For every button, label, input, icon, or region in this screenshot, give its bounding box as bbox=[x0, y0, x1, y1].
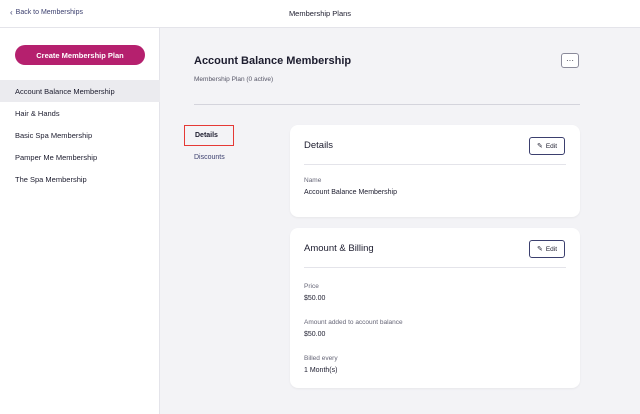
top-bar: ‹ Back to Memberships Membership Plans bbox=[0, 0, 640, 28]
billed-every-value: 1 Month(s) bbox=[304, 367, 338, 374]
edit-details-button[interactable]: ✎ Edit bbox=[529, 137, 565, 155]
header-divider bbox=[194, 104, 580, 105]
more-dots-icon: ··· bbox=[566, 55, 574, 65]
sidebar-item-the-spa-membership[interactable]: The Spa Membership bbox=[0, 168, 160, 190]
sidebar-item-account-balance-membership[interactable]: Account Balance Membership bbox=[0, 80, 160, 102]
name-label: Name bbox=[304, 177, 322, 184]
tab-details[interactable]: Details bbox=[184, 125, 234, 146]
card-divider bbox=[304, 267, 566, 268]
page-title: Membership Plans bbox=[288, 9, 352, 18]
edit-label: Edit bbox=[545, 142, 558, 150]
amount-added-value: $50.00 bbox=[304, 331, 326, 338]
billing-card-title: Amount & Billing bbox=[304, 243, 374, 254]
plan-subtitle: Membership Plan (0 active) bbox=[194, 76, 274, 83]
tab-discounts[interactable]: Discounts bbox=[194, 154, 225, 161]
amount-billing-card: Amount & Billing ✎ Edit Price $50.00 Amo… bbox=[290, 228, 580, 388]
price-label: Price bbox=[304, 283, 319, 290]
price-value: $50.00 bbox=[304, 295, 326, 302]
billed-every-label: Billed every bbox=[304, 355, 338, 362]
sidebar-item-basic-spa-membership[interactable]: Basic Spa Membership bbox=[0, 124, 160, 146]
sidebar-item-pamper-me-membership[interactable]: Pamper Me Membership bbox=[0, 146, 160, 168]
amount-added-label: Amount added to account balance bbox=[304, 319, 403, 326]
sidebar-item-hair-and-hands[interactable]: Hair & Hands bbox=[0, 102, 160, 124]
details-card-title: Details bbox=[304, 140, 334, 151]
main-content: Account Balance Membership Membership Pl… bbox=[160, 28, 640, 414]
edit-billing-button[interactable]: ✎ Edit bbox=[529, 240, 565, 258]
pencil-icon: ✎ bbox=[536, 246, 543, 253]
plan-title: Account Balance Membership bbox=[194, 55, 352, 67]
sidebar: Create Membership Plan Account Balance M… bbox=[0, 28, 160, 414]
card-divider bbox=[304, 164, 566, 165]
membership-plan-list: Account Balance Membership Hair & Hands … bbox=[0, 80, 160, 190]
create-membership-plan-button[interactable]: Create Membership Plan bbox=[15, 45, 145, 65]
pencil-icon: ✎ bbox=[536, 143, 543, 150]
details-card: Details ✎ Edit Name Account Balance Memb… bbox=[290, 125, 580, 217]
more-options-button[interactable]: ··· bbox=[561, 53, 579, 68]
edit-label: Edit bbox=[545, 245, 558, 253]
name-value: Account Balance Membership bbox=[304, 189, 397, 196]
